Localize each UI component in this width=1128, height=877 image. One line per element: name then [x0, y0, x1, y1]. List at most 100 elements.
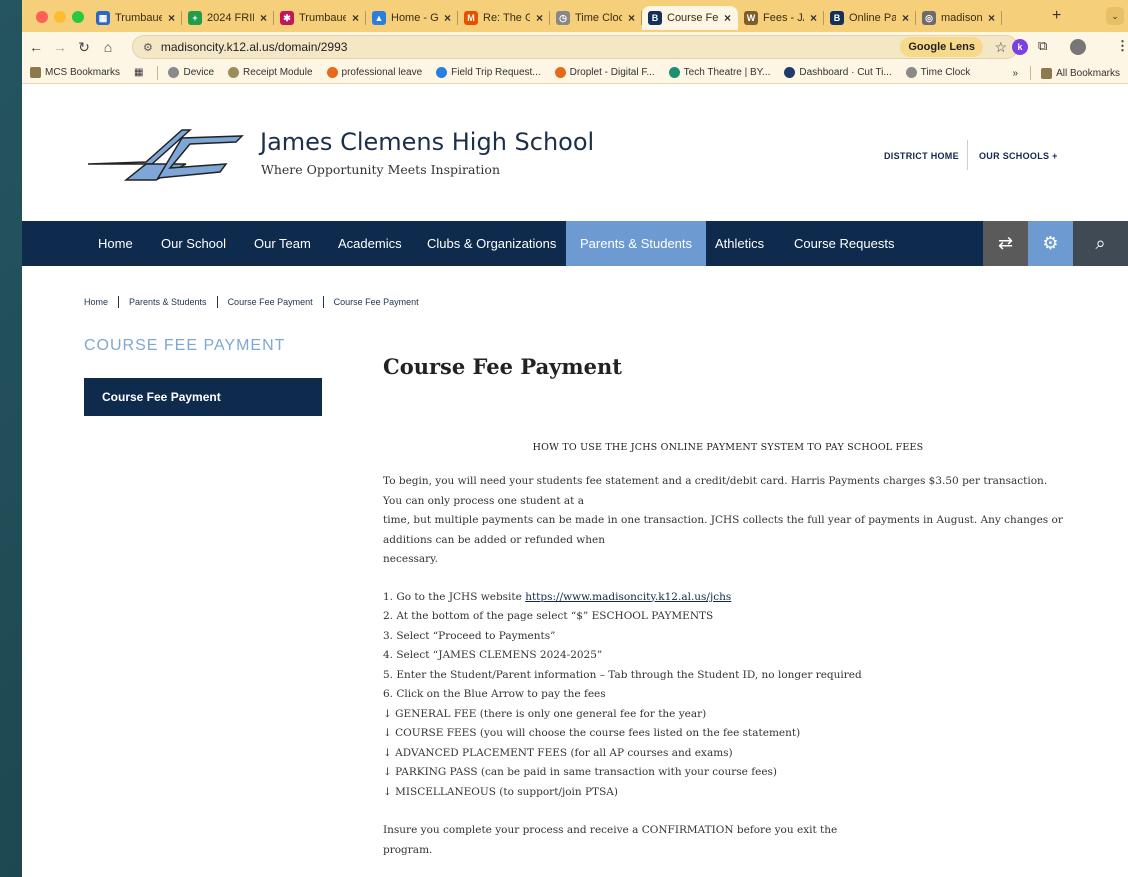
bookmark-item[interactable]: Receipt Module: [228, 67, 313, 78]
google-lens-button[interactable]: Google Lens: [900, 37, 983, 57]
browser-tab[interactable]: B Course Fe ×: [642, 6, 738, 30]
bookmark-favicon-icon: [554, 67, 566, 78]
breadcrumb: Home Parents & Students Course Fee Payment…: [84, 296, 419, 308]
home-icon[interactable]: ⌂: [96, 39, 120, 55]
bookmark-item[interactable]: Field Trip Request...: [436, 67, 541, 78]
intro-line: To begin, you will need your students fe…: [383, 475, 1048, 487]
intro-line: additions can be added or refunded when: [383, 533, 605, 546]
gear-icon[interactable]: ⚙: [1028, 221, 1073, 266]
district-home-link[interactable]: DISTRICT HOME: [884, 151, 959, 161]
tab-favicon-icon: M: [464, 11, 478, 25]
address-bar[interactable]: ⚙ madisoncity.k12.al.us/domain/2993 Goog…: [132, 35, 1018, 59]
bookmark-divider: [1030, 66, 1032, 80]
breadcrumb-item: Course Fee Payment: [333, 297, 419, 307]
all-bookmarks-label: All Bookmarks: [1056, 67, 1120, 79]
bookmark-item[interactable]: Droplet - Digital F...: [554, 67, 655, 78]
school-tagline: Where Opportunity Meets Inspiration: [261, 162, 501, 177]
browser-tab[interactable]: B Online Pa ×: [824, 6, 916, 30]
step-item: 4. Select “JAMES CLEMENS 2024-2025”: [383, 649, 603, 661]
our-schools-link[interactable]: OUR SCHOOLS +: [979, 151, 1058, 161]
bookmark-favicon-icon: [668, 67, 680, 78]
tab-title: Fees - JA: [763, 12, 804, 24]
step-item: ↓ PARKING PASS (can be paid in same tran…: [383, 766, 778, 778]
intro-line: time, but multiple payments can be made …: [383, 514, 1063, 526]
close-tab-icon[interactable]: ×: [724, 11, 731, 25]
main-nav: ⇄ ⚙ ⌕ Home Our School Our Team Academics Clu…: [22, 221, 1128, 266]
nav-item-athletics[interactable]: Athletics: [715, 221, 764, 266]
bookmark-star-icon[interactable]: ☆: [994, 39, 1007, 56]
close-tab-icon[interactable]: ×: [168, 11, 175, 25]
bookmark-item[interactable]: Tech Theatre | BY...: [668, 67, 770, 78]
bookmark-item[interactable]: professional leave: [326, 67, 422, 78]
bookmark-favicon-icon: [326, 67, 338, 78]
reload-icon[interactable]: ↻: [72, 39, 96, 56]
bookmark-item[interactable]: Dashboard · Cut Ti...: [784, 67, 892, 78]
breadcrumb-separator: [118, 296, 120, 308]
tab-favicon-icon: B: [648, 11, 662, 25]
breadcrumb-item[interactable]: Home: [84, 297, 108, 307]
extension-k-icon[interactable]: k: [1012, 39, 1028, 55]
step-item: 5. Enter the Student/Parent information …: [383, 668, 862, 681]
browser-tab[interactable]: ✱ Trumbaue ×: [274, 6, 366, 30]
extensions-puzzle-icon[interactable]: ⧉: [1038, 38, 1047, 54]
bookmark-label: Droplet - Digital F...: [569, 67, 655, 78]
nav-item-parents-students[interactable]: Parents & Students: [566, 221, 707, 266]
profile-avatar[interactable]: [1070, 39, 1086, 55]
folder-icon: [30, 67, 41, 78]
all-bookmarks-folder[interactable]: All Bookmarks: [1041, 67, 1120, 79]
step-1-text: 1. Go to the JCHS website: [383, 590, 526, 603]
bookmark-item[interactable]: MCS Bookmarks: [30, 67, 120, 78]
bookmark-item[interactable]: Time Clock: [905, 67, 970, 78]
maximize-window-button[interactable]: [72, 11, 84, 23]
browser-tab[interactable]: +2024 FRID ×: [182, 6, 274, 30]
school-name[interactable]: James Clemens High School: [260, 128, 594, 156]
step-item: ↓ MISCELLANEOUS (to support/join PTSA): [383, 785, 618, 798]
browser-tab[interactable]: ▲ Home - G ×: [366, 6, 458, 30]
tab-strip: ▦ Trumbaue × +2024 FRID × ✱ Trumbaue × ▲ Home - G…: [22, 0, 1128, 32]
browser-tab[interactable]: ◎ madisonc ×: [916, 6, 1002, 30]
tab-favicon-icon: ✱: [280, 11, 294, 25]
close-tab-icon[interactable]: ×: [628, 11, 635, 25]
nav-item-clubs-organizations[interactable]: Clubs & Organizations: [427, 221, 556, 266]
close-tab-icon[interactable]: ×: [902, 11, 909, 25]
page-title: Course Fee Payment: [383, 354, 622, 379]
nav-item-our-team[interactable]: Our Team: [254, 221, 311, 266]
close-tab-icon[interactable]: ×: [536, 11, 543, 25]
browser-tab[interactable]: W Fees - JA ×: [738, 6, 824, 30]
tab-search-button[interactable]: ⌄: [1106, 7, 1124, 25]
close-tab-icon[interactable]: ×: [352, 11, 359, 25]
close-tab-icon[interactable]: ×: [444, 11, 451, 25]
browser-tab[interactable]: ◷ Time Cloc ×: [550, 6, 642, 30]
step-item: 6. Click on the Blue Arrow to pay the fe…: [383, 688, 606, 700]
sidebar-item-course-fee-payment[interactable]: Course Fee Payment: [84, 378, 322, 416]
nav-item-home[interactable]: Home: [98, 221, 133, 266]
browser-tab[interactable]: ▦ Trumbaue ×: [90, 6, 182, 30]
forward-icon[interactable]: →: [48, 39, 72, 55]
apps-grid-icon[interactable]: ▦: [134, 67, 143, 78]
minimize-window-button[interactable]: [54, 11, 66, 23]
tab-title: 2024 FRID: [207, 12, 254, 24]
close-tab-icon[interactable]: ×: [988, 11, 995, 25]
search-icon[interactable]: ⌕: [1073, 221, 1128, 266]
breadcrumb-item[interactable]: Course Fee Payment: [228, 297, 313, 307]
tab-title: Course Fe: [667, 12, 718, 24]
new-tab-button[interactable]: +: [1052, 7, 1061, 25]
breadcrumb-item[interactable]: Parents & Students: [129, 297, 207, 307]
browser-tab[interactable]: M Re: The G ×: [458, 6, 550, 30]
browser-menu-icon[interactable]: ⋮: [1116, 38, 1128, 54]
close-window-button[interactable]: [36, 11, 48, 23]
jchs-website-link[interactable]: https://www.madisoncity.k12.al.us/jchs: [525, 591, 731, 603]
nav-item-our-school[interactable]: Our School: [161, 221, 226, 266]
school-logo[interactable]: [86, 124, 246, 184]
nav-item-course-requests[interactable]: Course Requests: [794, 221, 894, 266]
close-tab-icon[interactable]: ×: [260, 11, 267, 25]
nav-item-academics[interactable]: Academics: [338, 221, 402, 266]
back-icon[interactable]: ←: [24, 39, 48, 55]
site-info-icon[interactable]: ⚙: [143, 41, 153, 54]
more-bookmarks-icon[interactable]: »: [1013, 68, 1019, 79]
close-tab-icon[interactable]: ×: [810, 11, 817, 25]
tab-title: Trumbaue: [115, 12, 162, 24]
tab-title: Home - G: [391, 12, 438, 24]
translate-icon[interactable]: ⇄: [983, 221, 1028, 266]
bookmark-item[interactable]: Device: [168, 67, 214, 78]
